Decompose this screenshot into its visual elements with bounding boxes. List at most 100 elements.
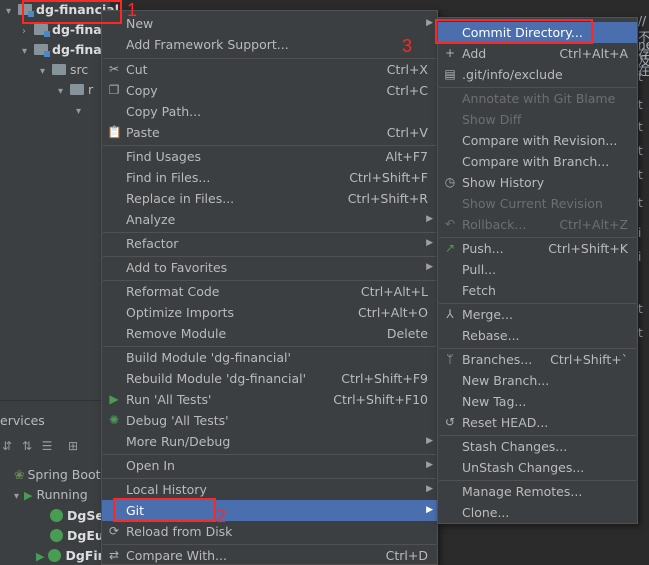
menu-item-merge[interactable]: ⅄ Merge...: [438, 304, 637, 325]
project-tree: ▾ dg-financial › dg-fina ▾ dg-fina ▾ src ▾ r …: [0, 0, 119, 400]
merge-icon: ⅄: [446, 307, 454, 321]
menu-item-add-favorites[interactable]: Add to Favorites ▶: [102, 257, 437, 278]
menu-item-analyze[interactable]: Analyze ▶: [102, 209, 437, 230]
spring-boot-icon: ❀: [14, 467, 25, 482]
expand-all-icon[interactable]: ⇵: [0, 439, 14, 453]
services-toolbar: ⇵ ⇅ ☰ ⊞: [0, 437, 100, 457]
menu-item-new-branch[interactable]: New Branch...: [438, 370, 637, 391]
annotation-box-2: [113, 498, 216, 522]
scissors-icon: ✂: [108, 62, 120, 76]
git-submenu: Commit Directory... + Add Ctrl+Alt+A ▤ .git…: [437, 17, 638, 524]
submenu-arrow-icon: ▶: [426, 484, 433, 494]
menu-item-git-exclude[interactable]: ▤ .git/info/exclude: [438, 64, 637, 85]
submenu-arrow-icon: ▶: [426, 505, 433, 515]
menu-item-replace-in-files[interactable]: Replace in Files... Ctrl+Shift+R: [102, 188, 437, 209]
menu-item-fetch[interactable]: Fetch: [438, 280, 637, 301]
annotation-box-1: [22, 0, 122, 24]
debug-icon: [50, 529, 63, 542]
chevron-down-icon[interactable]: ▾: [40, 62, 50, 82]
tree-item-src[interactable]: ▾ src: [40, 60, 88, 80]
folder-icon: [70, 84, 84, 95]
annotation-number-2: 2: [216, 506, 227, 526]
module-folder-icon: [34, 24, 50, 37]
group-icon[interactable]: ⊞: [66, 439, 80, 453]
menu-item-build-module[interactable]: Build Module 'dg-financial': [102, 347, 437, 368]
submenu-arrow-icon: ▶: [426, 238, 433, 248]
menu-item-unstash[interactable]: UnStash Changes...: [438, 457, 637, 478]
menu-item-reset-head[interactable]: ↺ Reset HEAD...: [438, 412, 637, 433]
menu-item-branches[interactable]: ᛘ Branches... Ctrl+Shift+`: [438, 349, 637, 370]
menu-item-compare-revision[interactable]: Compare with Revision...: [438, 130, 637, 151]
menu-item-find-in-files[interactable]: Find in Files... Ctrl+Shift+F: [102, 167, 437, 188]
module-folder-icon: [34, 44, 50, 57]
chevron-down-icon[interactable]: ▾: [22, 42, 32, 62]
menu-item-manage-remotes[interactable]: Manage Remotes...: [438, 481, 637, 502]
menu-item-reload-from-disk[interactable]: ⟳ Reload from Disk: [102, 521, 437, 542]
menu-item-run-all-tests[interactable]: ▶ Run 'All Tests' Ctrl+Shift+F10: [102, 389, 437, 410]
menu-item-cut[interactable]: ✂ Cut Ctrl+X: [102, 59, 437, 80]
chevron-down-icon[interactable]: ▾: [58, 82, 68, 102]
chevron-down-icon[interactable]: ▾: [76, 102, 86, 122]
menu-item-annotate: Annotate with Git Blame: [462, 91, 616, 106]
tree-view-icon[interactable]: ☰: [40, 439, 54, 453]
compare-icon: ⇄: [108, 548, 120, 562]
menu-item-find-usages[interactable]: Find Usages Alt+F7: [102, 146, 437, 167]
menu-item-rebuild-module[interactable]: Rebuild Module 'dg-financial' Ctrl+Shift+…: [102, 368, 437, 389]
menu-item-push[interactable]: ↗ Push... Ctrl+Shift+K: [438, 238, 637, 259]
annotation-number-1: 1: [127, 0, 138, 20]
services-panel: ervices ⇵ ⇅ ☰ ⊞ ❀ Spring Boot ▾ ▶ Running D…: [0, 400, 110, 565]
submenu-arrow-icon: ▶: [426, 214, 433, 224]
menu-item-local-history[interactable]: Local History ▶: [102, 479, 437, 500]
submenu-arrow-icon: ▶: [426, 18, 433, 28]
menu-item-show-history[interactable]: ◷ Show History: [438, 172, 637, 193]
copy-icon: ❐: [108, 83, 120, 97]
debug-icon: ✺: [108, 413, 120, 427]
menu-item-refactor[interactable]: Refactor ▶: [102, 233, 437, 254]
run-icon: ▶: [109, 392, 119, 406]
rollback-icon: ↶: [444, 217, 456, 231]
service-app-2[interactable]: DgEu: [50, 526, 104, 546]
menu-item-copy-path[interactable]: Copy Path...: [102, 101, 437, 122]
menu-item-compare-with[interactable]: ⇄ Compare With... Ctrl+D: [102, 545, 437, 565]
push-arrow-icon: ↗: [444, 241, 456, 255]
menu-item-open-in[interactable]: Open In ▶: [102, 455, 437, 476]
reload-icon: ⟳: [108, 524, 120, 538]
chevron-right-icon[interactable]: ›: [22, 22, 32, 42]
clock-icon: ◷: [444, 175, 456, 189]
context-menu: New ▶ Add Framework Support... ✂ Cut Ctrl+X…: [101, 10, 438, 565]
submenu-arrow-icon: ▶: [426, 262, 433, 272]
tree-item-module-2[interactable]: ▾ dg-fina: [22, 40, 102, 60]
service-app-3[interactable]: ▶ DgFin: [36, 546, 107, 565]
chevron-down-icon[interactable]: ▾: [6, 2, 16, 22]
service-running[interactable]: ▾ ▶ Running: [14, 485, 88, 505]
chevron-down-icon[interactable]: ▾: [14, 487, 24, 507]
menu-item-git-add[interactable]: + Add Ctrl+Alt+A: [438, 43, 637, 64]
menu-item-pull[interactable]: Pull...: [438, 259, 637, 280]
menu-item-compare-branch[interactable]: Compare with Branch...: [438, 151, 637, 172]
menu-item-new-tag[interactable]: New Tag...: [438, 391, 637, 412]
submenu-arrow-icon: ▶: [426, 460, 433, 470]
debug-icon: [50, 509, 63, 522]
code-editor[interactable]: // 不存在 ne 及 t t t t t t i i t t: [638, 0, 649, 400]
menu-item-reformat-code[interactable]: Reformat Code Ctrl+Alt+L: [102, 281, 437, 302]
menu-item-rebase[interactable]: Rebase...: [438, 325, 637, 346]
menu-item-remove-module[interactable]: Remove Module Delete: [102, 323, 437, 344]
menu-item-more-run-debug[interactable]: More Run/Debug ▶: [102, 431, 437, 452]
annotation-number-3: 3: [402, 36, 413, 56]
menu-item-new[interactable]: New ▶: [102, 13, 437, 34]
menu-item-copy[interactable]: ❐ Copy Ctrl+C: [102, 80, 437, 101]
tree-item-main[interactable]: ▾ r: [58, 80, 93, 100]
menu-item-debug-all-tests[interactable]: ✺ Debug 'All Tests': [102, 410, 437, 431]
run-icon: ▶: [36, 550, 45, 563]
menu-item-clone[interactable]: Clone...: [438, 502, 637, 523]
menu-item-optimize-imports[interactable]: Optimize Imports Ctrl+Alt+O: [102, 302, 437, 323]
menu-item-rollback: ↶ Rollback... Ctrl+Alt+Z: [438, 214, 637, 235]
collapse-all-icon[interactable]: ⇅: [20, 439, 34, 453]
menu-item-stash[interactable]: Stash Changes...: [438, 436, 637, 457]
run-icon: ▶: [24, 489, 33, 502]
tree-item-java[interactable]: ▾: [76, 100, 86, 120]
menu-item-add-framework[interactable]: Add Framework Support...: [102, 34, 437, 55]
submenu-arrow-icon: ▶: [426, 436, 433, 446]
menu-item-paste[interactable]: 📋 Paste Ctrl+V: [102, 122, 437, 143]
service-spring-boot[interactable]: ❀ Spring Boot: [14, 465, 101, 485]
